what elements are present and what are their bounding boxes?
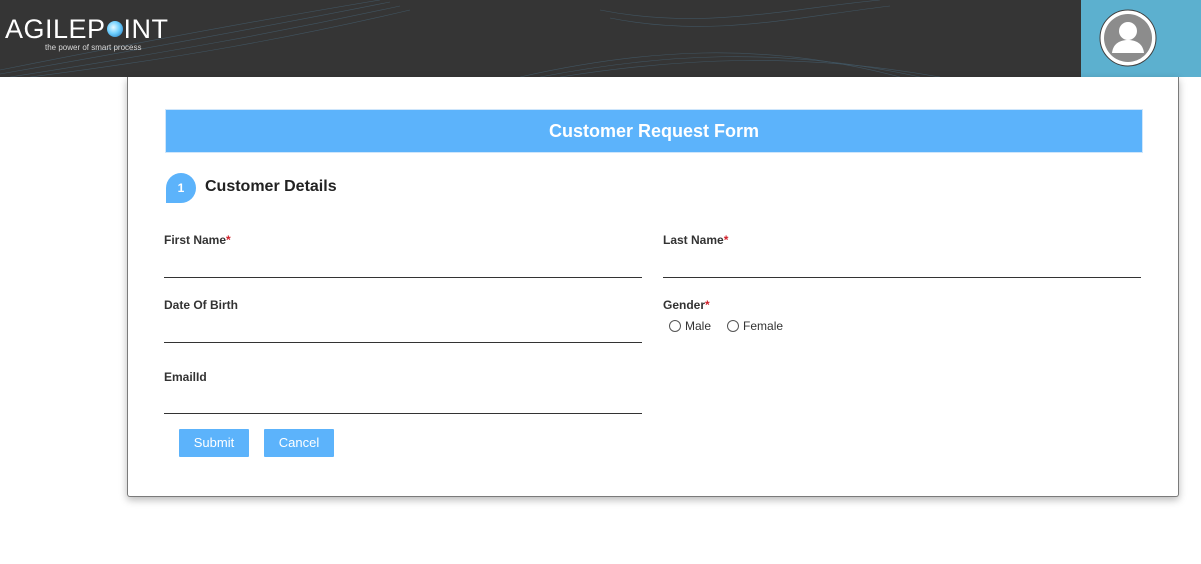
user-avatar-icon[interactable] [1099, 9, 1157, 67]
form-title: Customer Request Form [165, 109, 1143, 153]
logo-wordmark: AGILEP INT [5, 14, 169, 44]
gender-radio-group: Male Female [669, 319, 799, 333]
gender-male-label[interactable]: Male [685, 319, 711, 333]
gender-label: Gender* [663, 298, 710, 312]
first-name-label-text: First Name [164, 233, 227, 247]
agilepoint-logo: AGILEP INT the power of smart process [5, 14, 169, 52]
dob-input[interactable] [164, 320, 642, 343]
radio-female[interactable] [727, 320, 740, 332]
logo-tagline: the power of smart process [45, 43, 142, 52]
submit-button[interactable]: Submit [179, 429, 249, 457]
gender-label-text: Gender [663, 298, 706, 312]
last-name-label-text: Last Name [663, 233, 724, 247]
first-name-input[interactable] [164, 255, 642, 278]
orb-icon [106, 21, 123, 37]
cancel-button[interactable]: Cancel [264, 429, 334, 457]
last-name-input[interactable] [663, 255, 1141, 278]
first-name-label: First Name* [164, 233, 231, 247]
email-label: EmailId [164, 370, 207, 384]
gender-option-male[interactable]: Male [669, 319, 711, 333]
gender-option-female[interactable]: Female [727, 319, 783, 333]
step-number-badge: 1 [166, 173, 196, 203]
user-menu[interactable] [1081, 0, 1201, 77]
required-marker: * [705, 298, 710, 312]
radio-male[interactable] [669, 320, 681, 332]
form-card: Customer Request Form 1 Customer Details… [127, 77, 1179, 497]
logo-text-start: AGILEP [5, 14, 106, 44]
top-bar: AGILEP INT the power of smart process [0, 0, 1201, 77]
last-name-label: Last Name* [663, 233, 728, 247]
email-input[interactable] [164, 391, 642, 414]
required-marker: * [226, 233, 231, 247]
section-title: Customer Details [205, 178, 337, 195]
required-marker: * [723, 233, 729, 247]
dob-label: Date Of Birth [164, 298, 239, 312]
gender-female-label[interactable]: Female [743, 319, 783, 333]
logo-text-end: INT [123, 14, 169, 44]
